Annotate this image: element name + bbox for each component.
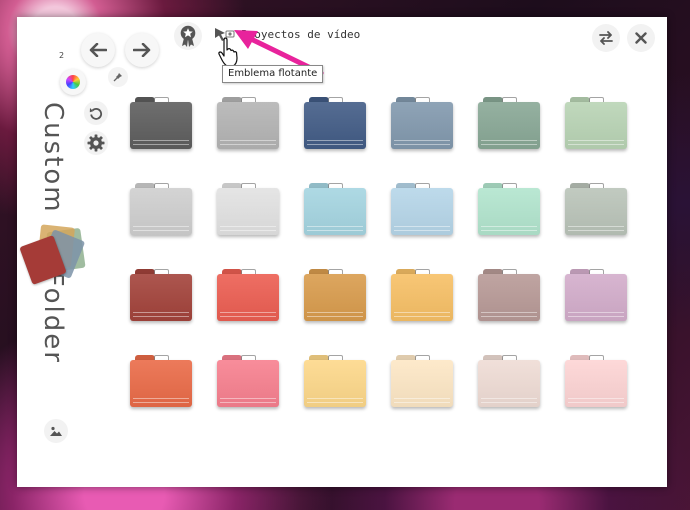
tooltip: Emblema flotante [222, 65, 324, 83]
swap-button[interactable] [592, 24, 620, 52]
app-title-part1: Custom [38, 102, 68, 214]
folder-swatch[interactable] [304, 97, 366, 151]
counter-badge: 2 [59, 51, 65, 60]
undo-icon [89, 108, 103, 120]
folder-swatch[interactable] [130, 269, 192, 323]
folder-swatch[interactable] [217, 355, 279, 409]
folder-swatch[interactable] [304, 183, 366, 237]
pin-icon [113, 73, 122, 82]
folder-swatch[interactable] [130, 183, 192, 237]
folder-swatch[interactable] [478, 97, 540, 151]
forward-button[interactable] [125, 33, 159, 67]
swap-arrows-icon [599, 31, 613, 45]
folder-swatch[interactable] [565, 269, 627, 323]
folder-swatch[interactable] [391, 183, 453, 237]
arrow-right-icon [133, 43, 151, 57]
folder-swatch[interactable] [391, 269, 453, 323]
folder-swatch[interactable] [391, 355, 453, 409]
folder-swatch[interactable] [565, 97, 627, 151]
color-wheel-icon [66, 75, 80, 89]
folder-swatch[interactable] [391, 97, 453, 151]
folder-swatch[interactable] [565, 183, 627, 237]
close-button[interactable] [627, 24, 655, 52]
folder-swatch[interactable] [130, 97, 192, 151]
undo-button[interactable] [84, 101, 108, 125]
folder-swatch[interactable] [130, 355, 192, 409]
folder-swatch[interactable] [304, 269, 366, 323]
image-icon [50, 426, 62, 436]
folder-swatch[interactable] [478, 183, 540, 237]
app-logo [19, 222, 89, 290]
custom-folder-window: 2 CustomFolder Proyectos de vídeo Emblem… [17, 17, 667, 487]
folder-swatch[interactable] [217, 97, 279, 151]
folder-swatch[interactable] [304, 355, 366, 409]
color-wheel-button[interactable] [60, 69, 86, 95]
folder-swatch[interactable] [217, 269, 279, 323]
star-medal-icon [180, 25, 196, 47]
folder-swatch[interactable] [565, 355, 627, 409]
folder-swatch[interactable] [478, 269, 540, 323]
change-image-button[interactable] [44, 419, 68, 443]
gear-icon [87, 134, 105, 152]
settings-button[interactable] [84, 131, 108, 155]
close-icon [635, 32, 647, 44]
back-button[interactable] [81, 33, 115, 67]
folder-swatch[interactable] [217, 183, 279, 237]
pin-button[interactable] [108, 67, 128, 87]
folder-swatch[interactable] [478, 355, 540, 409]
emblem-button[interactable] [174, 22, 202, 50]
arrow-left-icon [89, 43, 107, 57]
